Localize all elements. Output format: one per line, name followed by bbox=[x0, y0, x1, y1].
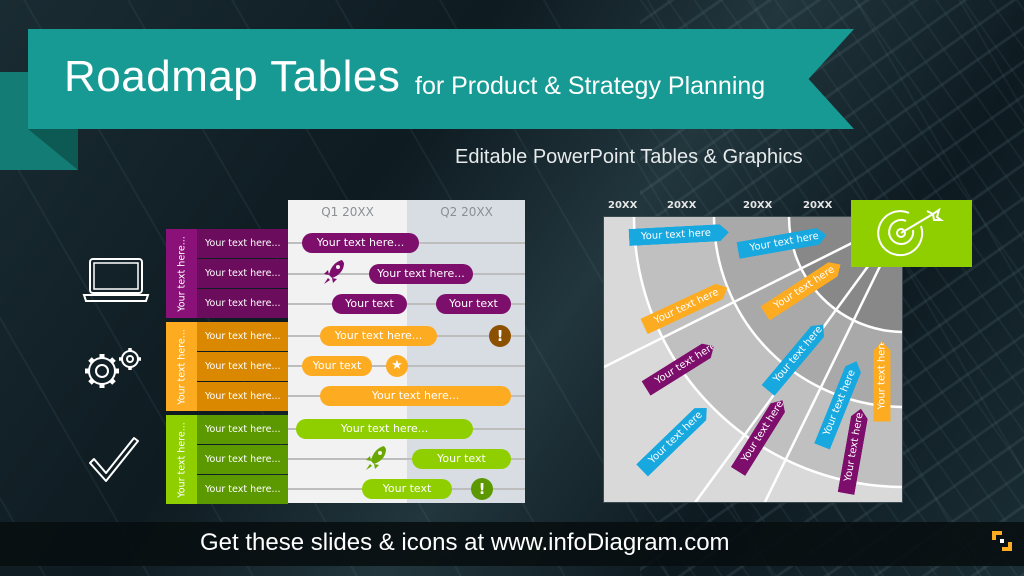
quarter-header: Q2 20XX bbox=[440, 205, 493, 219]
group-caption: Your text here... bbox=[166, 415, 197, 504]
star-icon: ★ bbox=[386, 355, 408, 377]
roadmap-group-orange: Your text here... Your text here... Your… bbox=[166, 322, 288, 411]
quarter-header: Q1 20XX bbox=[321, 205, 374, 219]
checkmark-icon bbox=[89, 437, 139, 482]
gears-icon bbox=[85, 348, 141, 388]
timeline-bar[interactable]: Your text bbox=[332, 294, 407, 314]
target-badge bbox=[851, 200, 972, 267]
timeline-bar[interactable]: Your text bbox=[412, 449, 511, 469]
timeline-bar[interactable]: Your text bbox=[436, 294, 511, 314]
row-label: Your text here... bbox=[197, 229, 288, 258]
laptop-icon bbox=[82, 258, 150, 302]
footer-link[interactable]: Get these slides & icons at www.infoDiag… bbox=[200, 529, 730, 557]
row-label: Your text here... bbox=[197, 475, 288, 504]
year-label: 20XX bbox=[608, 200, 638, 211]
roadmap-group-purple: Your text here... Your text here... Your… bbox=[166, 229, 288, 318]
row-label: Your text here... bbox=[197, 382, 288, 411]
row-label: Your text here... bbox=[197, 415, 288, 444]
row-label: Your text here... bbox=[197, 289, 288, 318]
exclamation-icon: ! bbox=[471, 478, 493, 500]
exclamation-icon: ! bbox=[489, 325, 511, 347]
year-label: 20XX bbox=[803, 200, 833, 211]
row-label: Your text here... bbox=[197, 445, 288, 474]
timeline-bar[interactable]: Your text bbox=[302, 356, 372, 376]
timeline-bar[interactable]: Your text here... bbox=[320, 326, 437, 346]
group-caption: Your text here... bbox=[166, 322, 197, 411]
year-label: 20XX bbox=[743, 200, 773, 211]
target-arrow-icon bbox=[877, 207, 944, 257]
timeline-bar[interactable]: Your text here... bbox=[320, 386, 511, 406]
infodiagram-logo-icon bbox=[992, 531, 1012, 551]
row-label: Your text here... bbox=[197, 322, 288, 351]
timeline-bar[interactable]: Your text here... bbox=[296, 419, 473, 439]
roadmap-group-green: Your text here... Your text here... Your… bbox=[166, 415, 288, 504]
page-subtitle: Editable PowerPoint Tables & Graphics bbox=[455, 146, 803, 168]
timeline-bar[interactable]: Your text here... bbox=[369, 264, 473, 284]
group-caption: Your text here... bbox=[166, 229, 197, 318]
page-title: Roadmap Tables bbox=[64, 52, 401, 101]
timeline-bar[interactable]: Your text here... bbox=[302, 233, 419, 253]
year-label: 20XX bbox=[667, 200, 697, 211]
rocket-icon bbox=[366, 446, 386, 470]
rocket-icon bbox=[324, 260, 344, 284]
row-label: Your text here... bbox=[197, 352, 288, 381]
page-title-suffix: for Product & Strategy Planning bbox=[415, 72, 766, 100]
timeline-bar[interactable]: Your text bbox=[362, 479, 452, 499]
row-label: Your text here... bbox=[197, 259, 288, 288]
milestone-arrow[interactable]: Your text here bbox=[874, 342, 891, 422]
